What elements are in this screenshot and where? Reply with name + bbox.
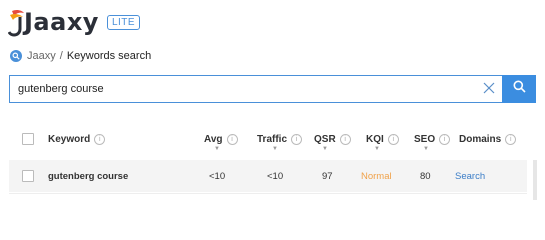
sort-icon[interactable]: ▼ (374, 146, 380, 152)
keywords-table: Keyword i Avg i ▼ Traffic i ▼ QSR i ▼ KQ… (9, 124, 527, 192)
row-avg: <10 (209, 170, 226, 182)
info-icon[interactable]: i (339, 133, 351, 145)
row-checkbox[interactable] (22, 170, 34, 182)
header-qsr-label: QSR (314, 133, 336, 145)
header-domains-label: Domains (459, 133, 502, 145)
info-icon[interactable]: i (505, 133, 517, 145)
sort-icon[interactable]: ▼ (214, 146, 220, 152)
clear-icon[interactable] (482, 81, 496, 95)
info-icon[interactable]: i (94, 133, 106, 145)
info-icon[interactable]: i (387, 133, 399, 145)
search-circle-icon (10, 50, 22, 62)
search-icon (513, 80, 526, 98)
table-row[interactable]: gutenberg course <10 <10 97 Normal 80 Se… (9, 160, 527, 192)
table-header: Keyword i Avg i ▼ Traffic i ▼ QSR i ▼ KQ… (9, 124, 527, 154)
header-keyword[interactable]: Keyword i (48, 133, 106, 145)
header-traffic-label: Traffic (257, 133, 288, 145)
row-domains-search-link[interactable]: Search (455, 171, 485, 182)
breadcrumb-current: Keywords search (66, 50, 152, 62)
jaaxy-logo-mark-icon (7, 7, 26, 37)
lite-badge: LITE (106, 14, 141, 30)
brand-name: Jaaxy (24, 8, 99, 36)
row-seo: 80 (420, 170, 431, 182)
header-avg-label: Avg (204, 133, 223, 145)
breadcrumb-root-link[interactable]: Jaaxy (27, 50, 56, 62)
breadcrumb-separator: / (59, 50, 63, 62)
row-traffic: <10 (267, 170, 284, 182)
header-seo-label: SEO (414, 133, 436, 145)
select-all-checkbox[interactable] (22, 133, 34, 145)
header-seo[interactable]: SEO i (414, 133, 451, 145)
table-row (9, 193, 527, 200)
sort-icon[interactable]: ▼ (423, 146, 429, 152)
table-scrollbar[interactable] (533, 160, 537, 200)
sort-icon[interactable]: ▼ (322, 146, 328, 152)
header-traffic[interactable]: Traffic i (257, 133, 303, 145)
row-keyword[interactable]: gutenberg course (48, 171, 128, 182)
header-kqi-label: KQI (366, 133, 384, 145)
header-keyword-label: Keyword (48, 133, 91, 145)
info-icon[interactable]: i (226, 133, 238, 145)
search-button[interactable] (502, 75, 536, 103)
header-kqi[interactable]: KQI i (366, 133, 399, 145)
header-qsr[interactable]: QSR i (314, 133, 351, 145)
breadcrumb: Jaaxy / Keywords search (10, 50, 151, 62)
header-domains[interactable]: Domains i (459, 133, 517, 145)
header-avg[interactable]: Avg i (204, 133, 238, 145)
row-kqi: Normal (361, 170, 392, 182)
jaaxy-logo[interactable]: Jaaxy LITE (7, 6, 141, 38)
info-icon[interactable]: i (439, 133, 451, 145)
sort-icon[interactable]: ▼ (272, 146, 278, 152)
info-icon[interactable]: i (291, 133, 303, 145)
search-input[interactable] (9, 75, 502, 103)
search-bar (9, 75, 536, 103)
row-qsr: 97 (322, 170, 333, 182)
